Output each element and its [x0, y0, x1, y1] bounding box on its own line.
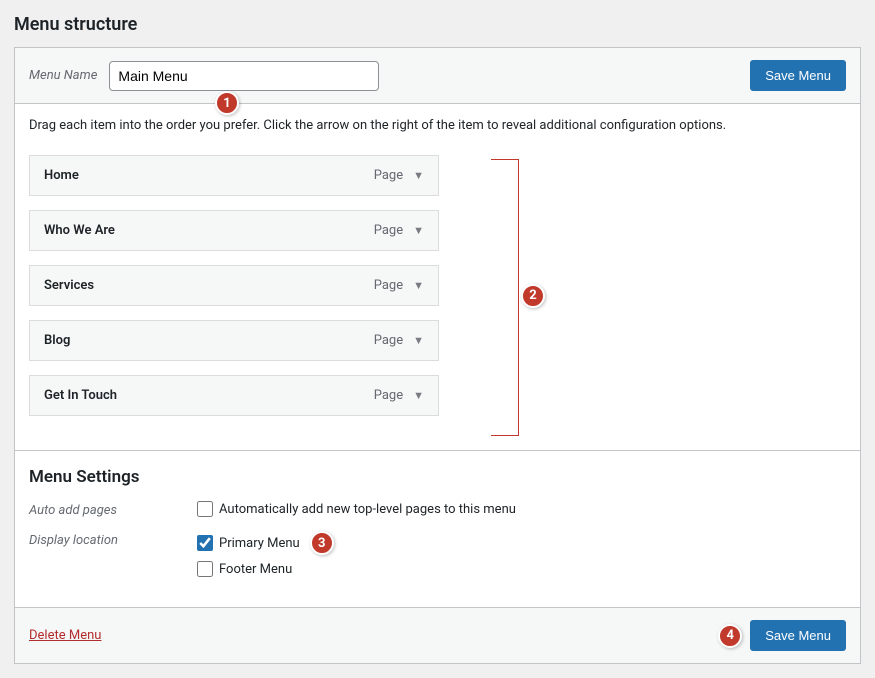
menu-settings: Menu Settings Auto add pages Automatical…	[15, 450, 860, 607]
menu-item-title: Blog	[44, 333, 70, 348]
display-location-checkbox[interactable]	[197, 561, 213, 577]
auto-add-checkbox[interactable]	[197, 501, 213, 517]
display-location-text: Primary Menu	[219, 536, 300, 551]
display-location-text: Footer Menu	[219, 562, 292, 577]
panel-header: Menu Name Save Menu	[15, 48, 860, 104]
delete-menu-link[interactable]: Delete Menu	[29, 628, 101, 643]
annotation-badge-3: 3	[310, 531, 334, 555]
menu-item-type: Page	[374, 278, 403, 293]
menu-item-type: Page	[374, 168, 403, 183]
panel-body: Drag each item into the order you prefer…	[15, 104, 860, 450]
chevron-down-icon[interactable]: ▼	[413, 169, 424, 182]
chevron-down-icon[interactable]: ▼	[413, 279, 424, 292]
menu-item[interactable]: Blog Page ▼	[29, 320, 439, 361]
annotation-badge-2: 2	[521, 284, 545, 308]
chevron-down-icon[interactable]: ▼	[413, 224, 424, 237]
menu-item-type: Page	[374, 223, 403, 238]
save-menu-button-bottom[interactable]: Save Menu	[750, 620, 846, 651]
menu-panel: 1 Menu Name Save Menu Drag each item int…	[14, 47, 861, 664]
chevron-down-icon[interactable]: ▼	[413, 334, 424, 347]
menu-item[interactable]: Get In Touch Page ▼	[29, 375, 439, 416]
auto-add-option[interactable]: Automatically add new top-level pages to…	[197, 501, 516, 517]
menu-name-input[interactable]	[109, 61, 379, 91]
menu-item-type: Page	[374, 333, 403, 348]
instructions-text: Drag each item into the order you prefer…	[29, 118, 846, 133]
panel-footer: Delete Menu 4 Save Menu	[15, 607, 860, 663]
annotation-bracket	[491, 159, 519, 436]
menu-items-list: 2 HomePage▼Who We ArePage▼ServicesPage▼B…	[29, 155, 489, 436]
settings-heading: Menu Settings	[29, 467, 846, 487]
annotation-badge-4: 4	[718, 624, 742, 648]
menu-item-title: Services	[44, 278, 94, 293]
menu-item-type: Page	[374, 388, 403, 403]
display-location-checkbox[interactable]	[197, 535, 213, 551]
display-location-label: Display location	[29, 531, 197, 548]
menu-item-title: Get In Touch	[44, 388, 117, 403]
display-location-option[interactable]: Primary Menu 3	[197, 531, 334, 555]
chevron-down-icon[interactable]: ▼	[413, 389, 424, 402]
display-location-option[interactable]: Footer Menu	[197, 561, 334, 577]
menu-name-label: Menu Name	[29, 68, 97, 83]
auto-add-text: Automatically add new top-level pages to…	[219, 502, 516, 517]
annotation-badge-1: 1	[215, 91, 239, 115]
menu-item[interactable]: Home Page ▼	[29, 155, 439, 196]
menu-item[interactable]: Services Page ▼	[29, 265, 439, 306]
section-heading: Menu structure	[14, 14, 861, 35]
save-menu-button-top[interactable]: Save Menu	[750, 60, 846, 91]
menu-item-title: Home	[44, 168, 79, 183]
menu-item-title: Who We Are	[44, 223, 115, 238]
menu-item[interactable]: Who We Are Page ▼	[29, 210, 439, 251]
auto-add-label: Auto add pages	[29, 501, 197, 518]
